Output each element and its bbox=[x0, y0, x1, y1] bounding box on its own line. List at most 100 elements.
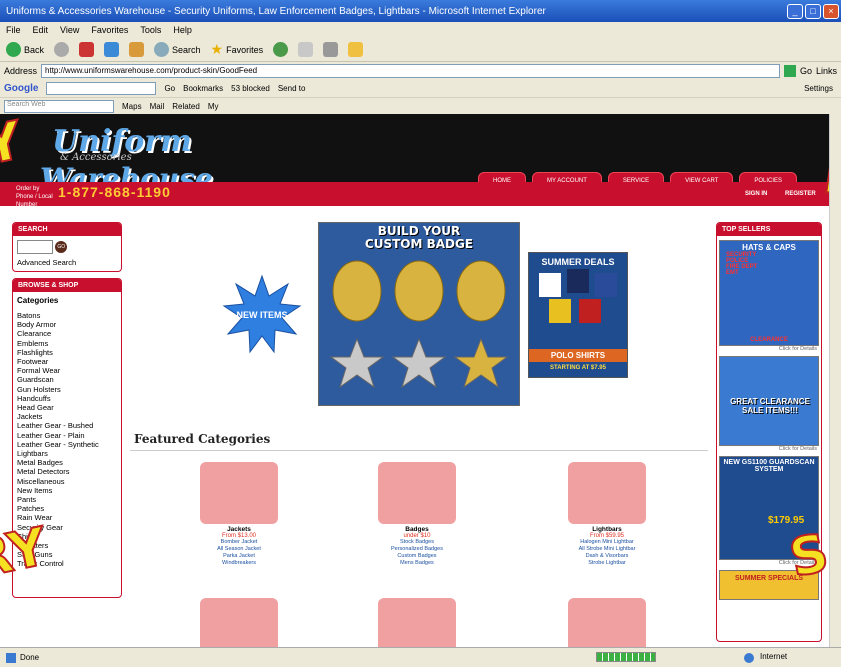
category-item[interactable]: Patches bbox=[17, 504, 117, 513]
minimize-button[interactable]: _ bbox=[787, 3, 803, 19]
card-link[interactable]: Custom Badges bbox=[378, 553, 456, 560]
category-item[interactable]: Head Gear bbox=[17, 403, 117, 412]
category-item[interactable]: Clearance bbox=[17, 329, 117, 338]
category-item[interactable]: Metal Badges bbox=[17, 458, 117, 467]
category-item[interactable]: Metal Detectors bbox=[17, 467, 117, 476]
card-link[interactable]: Parka Jacket bbox=[200, 553, 278, 560]
mail-button[interactable]: Mail bbox=[150, 102, 165, 111]
vertical-scrollbar[interactable] bbox=[829, 114, 841, 647]
phone-number: 1-877-868-1190 bbox=[58, 184, 171, 200]
card-name[interactable]: Jackets bbox=[200, 526, 278, 533]
maximize-button[interactable]: □ bbox=[805, 3, 821, 19]
category-item[interactable]: Leather Gear - Bushed bbox=[17, 421, 117, 430]
google-go-button[interactable]: Go bbox=[164, 84, 175, 93]
google-send-to-button[interactable]: Send to bbox=[278, 84, 306, 93]
category-card-lightbars[interactable]: Lightbars From $59.95 Halogen Mini Light… bbox=[568, 462, 646, 567]
badge-icon bbox=[332, 260, 382, 322]
card-link[interactable]: Bomber Jacket bbox=[200, 539, 278, 546]
back-button[interactable]: Back bbox=[6, 42, 44, 57]
folder-icon[interactable] bbox=[348, 42, 364, 57]
menu-favorites[interactable]: Favorites bbox=[91, 25, 128, 35]
category-item[interactable]: Gun Holsters bbox=[17, 385, 117, 394]
links-label[interactable]: Links bbox=[816, 66, 837, 76]
search-button[interactable]: Search bbox=[154, 42, 201, 57]
category-thumbnail[interactable] bbox=[200, 598, 278, 647]
mail-icon[interactable] bbox=[298, 42, 314, 57]
stop-icon[interactable] bbox=[79, 42, 95, 57]
register-link[interactable]: REGISTER bbox=[785, 191, 816, 197]
go-icon[interactable] bbox=[783, 65, 796, 77]
card-link[interactable]: Halogen Mini Lightbar bbox=[568, 539, 646, 546]
category-item[interactable]: Flashlights bbox=[17, 348, 117, 357]
summer-deals-banner[interactable]: SUMMER DEALS POLO SHIRTS STARTING AT $7.… bbox=[528, 252, 628, 378]
shirt-icon bbox=[595, 273, 617, 297]
card-link[interactable]: All Season Jacket bbox=[200, 546, 278, 553]
category-card-badges[interactable]: Badges under $10 Stock Badges Personaliz… bbox=[378, 462, 456, 567]
category-card-jackets[interactable]: Jackets From $13.00 Bomber Jacket All Se… bbox=[200, 462, 278, 567]
google-settings-button[interactable]: Settings bbox=[804, 84, 833, 93]
maps-button[interactable]: Maps bbox=[122, 102, 142, 111]
page-content: Uniform & Accessories Warehouse HOME MY … bbox=[0, 114, 841, 647]
card-link[interactable]: Windbreakers bbox=[200, 560, 278, 567]
search-icon bbox=[154, 42, 170, 57]
card-name[interactable]: Badges bbox=[378, 526, 456, 533]
go-label[interactable]: Go bbox=[800, 66, 812, 76]
web-search-input[interactable]: Search Web bbox=[4, 100, 114, 113]
category-item[interactable]: Miscellaneous bbox=[17, 477, 117, 486]
close-button[interactable]: × bbox=[823, 3, 839, 19]
google-popup-blocked[interactable]: 53 blocked bbox=[231, 84, 270, 93]
advanced-search-link[interactable]: Advanced Search bbox=[17, 258, 117, 267]
card-link[interactable]: Strobe Lightbar bbox=[568, 560, 646, 567]
new-items-burst[interactable]: NEW ITEMS bbox=[222, 274, 302, 354]
categories-heading: Categories bbox=[17, 296, 59, 305]
badges-thumbnail[interactable] bbox=[378, 462, 456, 524]
category-thumbnail[interactable] bbox=[568, 598, 646, 647]
print-icon[interactable] bbox=[323, 42, 339, 57]
jacket-thumbnail[interactable] bbox=[200, 462, 278, 524]
category-item[interactable]: Formal Wear bbox=[17, 366, 117, 375]
my-button[interactable]: My bbox=[208, 102, 219, 111]
sign-in-link[interactable]: SIGN IN bbox=[745, 191, 767, 197]
favorites-button[interactable]: ★ Favorites bbox=[211, 41, 264, 58]
google-search-input[interactable] bbox=[46, 82, 157, 95]
clearance-ad[interactable]: GREAT CLEARANCE SALE ITEMS!!! bbox=[719, 356, 819, 446]
category-item[interactable]: Footwear bbox=[17, 357, 117, 366]
category-item[interactable]: Emblems bbox=[17, 339, 117, 348]
card-link[interactable]: Mens Badges bbox=[378, 560, 456, 567]
category-thumbnail[interactable] bbox=[378, 598, 456, 647]
refresh-icon[interactable] bbox=[104, 42, 120, 57]
google-bookmarks-button[interactable]: Bookmarks bbox=[183, 84, 223, 93]
site-search-input[interactable] bbox=[17, 240, 53, 254]
card-link[interactable]: Personalized Badges bbox=[378, 546, 456, 553]
history-icon[interactable] bbox=[273, 42, 289, 57]
category-item[interactable]: New Items bbox=[17, 486, 117, 495]
card-link[interactable]: All Strobe Mini Lightbar bbox=[568, 546, 646, 553]
menu-help[interactable]: Help bbox=[173, 25, 192, 35]
custom-badge-banner[interactable]: BUILD YOUR CUSTOM BADGE bbox=[318, 222, 520, 406]
menu-tools[interactable]: Tools bbox=[140, 25, 161, 35]
click-for-details-link[interactable]: Click for Details bbox=[717, 346, 821, 352]
menu-file[interactable]: File bbox=[6, 25, 21, 35]
click-for-details-link[interactable]: Click for Details bbox=[717, 446, 821, 452]
card-name[interactable]: Lightbars bbox=[568, 526, 646, 533]
hats-caps-ad[interactable]: HATS & CAPS SECURITY POLICE FIRE DEPT EM… bbox=[719, 240, 819, 346]
lightbar-thumbnail[interactable] bbox=[568, 462, 646, 524]
home-icon[interactable] bbox=[129, 42, 145, 57]
category-item[interactable]: Batons bbox=[17, 311, 117, 320]
category-item[interactable]: Leather Gear - Synthetic bbox=[17, 440, 117, 449]
category-item[interactable]: Leather Gear - Plain bbox=[17, 431, 117, 440]
site-search-go-button[interactable]: GO bbox=[55, 241, 68, 253]
category-item[interactable]: Lightbars bbox=[17, 449, 117, 458]
category-item[interactable]: Handcuffs bbox=[17, 394, 117, 403]
category-item[interactable]: Jackets bbox=[17, 412, 117, 421]
address-input[interactable]: http://www.uniformswarehouse.com/product… bbox=[41, 64, 780, 78]
forward-arrow-icon[interactable] bbox=[54, 42, 70, 57]
menu-view[interactable]: View bbox=[60, 25, 79, 35]
menu-edit[interactable]: Edit bbox=[33, 25, 49, 35]
card-link[interactable]: Dash & Visorbars bbox=[568, 553, 646, 560]
category-item[interactable]: Guardscan bbox=[17, 375, 117, 384]
related-button[interactable]: Related bbox=[172, 102, 200, 111]
card-link[interactable]: Stock Badges bbox=[378, 539, 456, 546]
category-item[interactable]: Pants bbox=[17, 495, 117, 504]
category-item[interactable]: Body Armor bbox=[17, 320, 117, 329]
